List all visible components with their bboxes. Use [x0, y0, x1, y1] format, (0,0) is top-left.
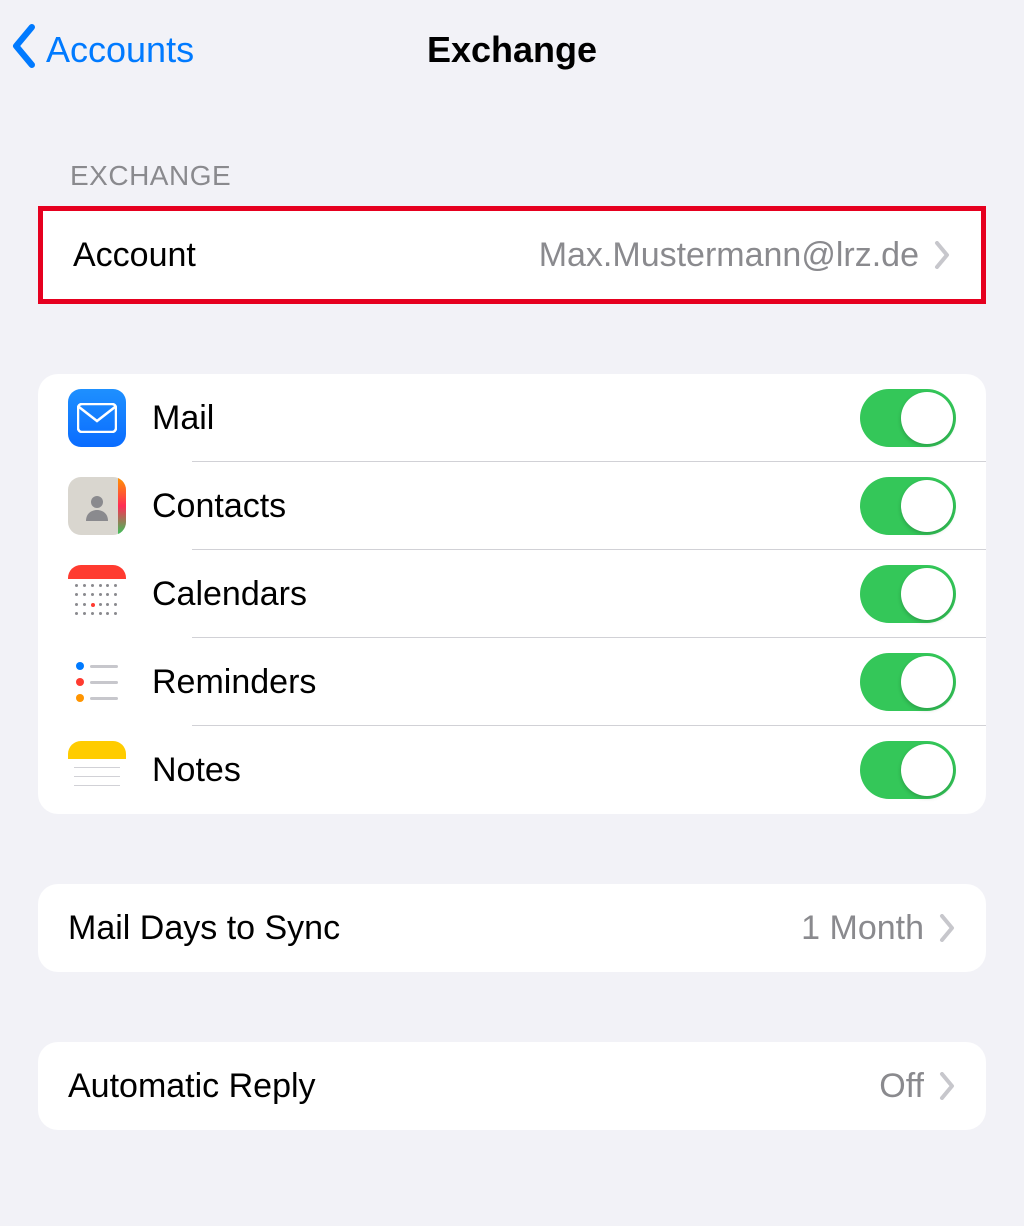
chevron-left-icon [8, 24, 40, 77]
sync-label: Notes [152, 751, 860, 790]
mail-days-group: Mail Days to Sync 1 Month [38, 884, 986, 972]
calendar-icon [68, 565, 126, 623]
reminders-icon [68, 653, 126, 711]
account-label: Account [73, 236, 539, 275]
reminders-toggle[interactable] [860, 653, 956, 711]
account-group: Account Max.Mustermann@lrz.de [38, 206, 986, 304]
mail-days-row[interactable]: Mail Days to Sync 1 Month [38, 884, 986, 972]
account-value: Max.Mustermann@lrz.de [539, 236, 919, 275]
back-label: Accounts [46, 29, 194, 71]
section-header-exchange: Exchange [0, 100, 1024, 206]
sync-label: Reminders [152, 663, 860, 702]
nav-bar: Accounts Exchange [0, 0, 1024, 100]
chevron-right-icon [933, 241, 951, 269]
mail-days-label: Mail Days to Sync [68, 909, 801, 948]
auto-reply-value: Off [879, 1067, 924, 1106]
chevron-right-icon [938, 914, 956, 942]
sync-label: Mail [152, 399, 860, 438]
back-button[interactable]: Accounts [8, 0, 194, 100]
sync-label: Contacts [152, 487, 860, 526]
auto-reply-row[interactable]: Automatic Reply Off [38, 1042, 986, 1130]
sync-row-contacts: Contacts [38, 462, 986, 550]
notes-icon [68, 741, 126, 799]
mail-icon [68, 389, 126, 447]
chevron-right-icon [938, 1072, 956, 1100]
sync-group: Mail Contacts Calendars Reminders [38, 374, 986, 814]
auto-reply-group: Automatic Reply Off [38, 1042, 986, 1130]
account-row[interactable]: Account Max.Mustermann@lrz.de [43, 211, 981, 299]
page-title: Exchange [427, 29, 597, 71]
mail-days-value: 1 Month [801, 909, 924, 948]
contacts-toggle[interactable] [860, 477, 956, 535]
sync-label: Calendars [152, 575, 860, 614]
sync-row-reminders: Reminders [38, 638, 986, 726]
notes-toggle[interactable] [860, 741, 956, 799]
contacts-icon [68, 477, 126, 535]
sync-row-calendars: Calendars [38, 550, 986, 638]
auto-reply-label: Automatic Reply [68, 1067, 879, 1106]
calendars-toggle[interactable] [860, 565, 956, 623]
sync-row-notes: Notes [38, 726, 986, 814]
mail-toggle[interactable] [860, 389, 956, 447]
sync-row-mail: Mail [38, 374, 986, 462]
